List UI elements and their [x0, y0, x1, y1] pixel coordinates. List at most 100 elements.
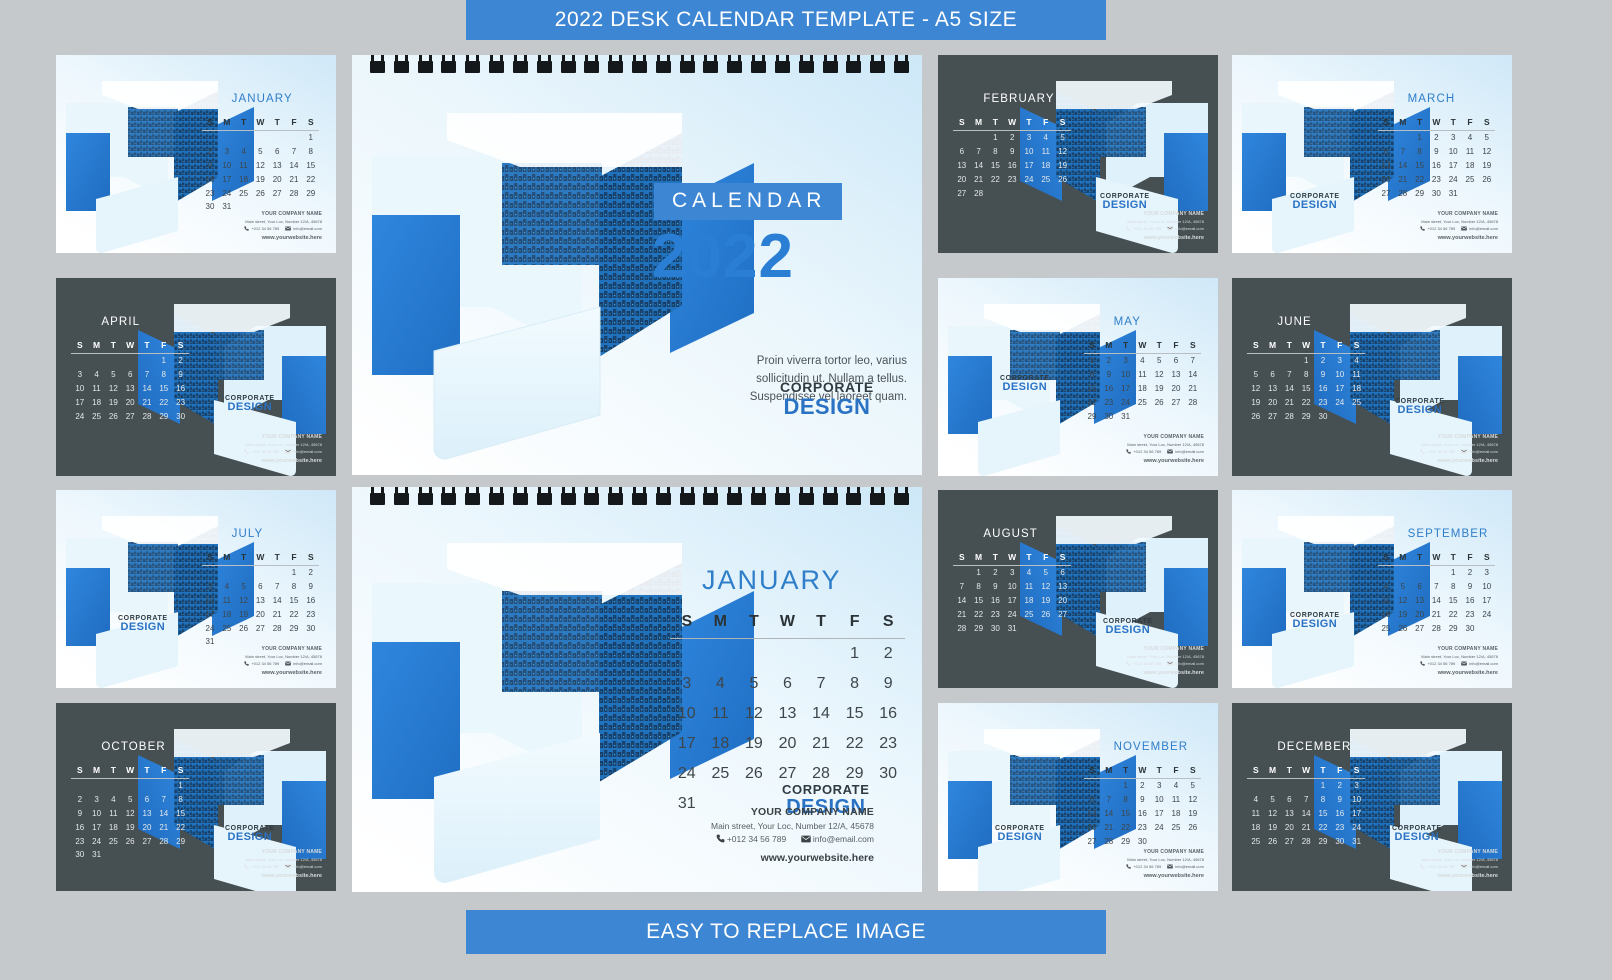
calendar-day-cell[interactable]: 10 — [202, 594, 219, 608]
calendar-day-cell[interactable]: 5 — [1184, 779, 1201, 793]
calendar-day-cell[interactable]: 20 — [1378, 172, 1395, 186]
calendar-day-cell[interactable]: 20 — [1411, 607, 1428, 621]
calendar-day-cell[interactable]: 4 — [1134, 354, 1151, 368]
calendar-day-cell[interactable]: 7 — [155, 793, 172, 807]
calendar-day-cell[interactable]: 26 — [737, 759, 771, 789]
calendar-day-cell[interactable]: 17 — [1021, 159, 1038, 173]
calendar-day-cell[interactable]: 7 — [1184, 354, 1201, 368]
calendar-day-cell[interactable]: 26 — [252, 186, 269, 200]
calendar-day-cell[interactable]: 4 — [1462, 131, 1479, 145]
calendar-day-cell[interactable]: 1 — [838, 639, 872, 670]
calendar-day-cell[interactable]: 28 — [970, 186, 987, 200]
calendar-day-cell[interactable]: 16 — [172, 382, 189, 396]
month-page-october[interactable]: OCTOBER S M T W T F S 1 2 3 4 5 6 7 8 9 10 11 12 13 14 15 16 17 1… — [56, 703, 336, 891]
calendar-day-cell[interactable]: 22 — [1084, 395, 1101, 409]
calendar-day-cell[interactable]: 27 — [252, 621, 269, 635]
calendar-day-cell[interactable]: 23 — [871, 729, 905, 759]
calendar-day-cell[interactable]: 15 — [1411, 159, 1428, 173]
calendar-day-cell[interactable]: 12 — [252, 159, 269, 173]
calendar-day-cell[interactable]: 28 — [953, 621, 970, 635]
calendar-day-cell[interactable]: 17 — [1117, 382, 1134, 396]
calendar-day-cell[interactable]: 4 — [1348, 354, 1365, 368]
calendar-day-cell[interactable]: 17 — [1478, 594, 1495, 608]
calendar-day-cell[interactable]: 24 — [1117, 395, 1134, 409]
calendar-day-cell[interactable]: 19 — [235, 607, 252, 621]
month-page-november[interactable]: NOVEMBER S M T W T F S 1 2 3 4 5 6 7 8 9 10 11 12 13 14 15 16 17… — [938, 703, 1218, 891]
calendar-day-cell[interactable]: 4 — [1168, 779, 1185, 793]
calendar-day-cell[interactable]: 31 — [1348, 834, 1365, 848]
calendar-day-cell[interactable]: 15 — [286, 594, 303, 608]
calendar-day-cell[interactable]: 9 — [71, 807, 88, 821]
calendar-day-cell[interactable]: 28 — [269, 621, 286, 635]
calendar-day-cell[interactable]: 5 — [1478, 131, 1495, 145]
calendar-day-cell[interactable]: 27 — [1411, 621, 1428, 635]
calendar-day-cell[interactable]: 13 — [771, 699, 805, 729]
calendar-day-cell[interactable]: 20 — [252, 607, 269, 621]
calendar-day-cell[interactable]: 24 — [202, 621, 219, 635]
calendar-day-cell[interactable]: 17 — [1348, 807, 1365, 821]
calendar-day-cell[interactable]: 18 — [1247, 820, 1264, 834]
calendar-day-cell[interactable]: 29 — [286, 621, 303, 635]
calendar-day-cell[interactable]: 21 — [1100, 820, 1117, 834]
calendar-day-cell[interactable]: 31 — [218, 200, 235, 214]
calendar-day-cell[interactable]: 22 — [1117, 820, 1134, 834]
calendar-day-cell[interactable]: 22 — [155, 395, 172, 409]
calendar-day-cell[interactable]: 16 — [987, 594, 1004, 608]
calendar-day-cell[interactable]: 24 — [1478, 607, 1495, 621]
calendar-day-cell[interactable]: 23 — [71, 834, 88, 848]
calendar-day-cell[interactable]: 28 — [155, 834, 172, 848]
calendar-day-cell[interactable]: 19 — [1151, 382, 1168, 396]
calendar-day-cell[interactable]: 10 — [670, 699, 704, 729]
calendar-day-cell[interactable]: 6 — [139, 793, 156, 807]
calendar-day-cell[interactable]: 12 — [235, 594, 252, 608]
calendar-day-cell[interactable]: 3 — [1004, 566, 1021, 580]
calendar-day-cell[interactable]: 18 — [1462, 159, 1479, 173]
calendar-day-cell[interactable]: 16 — [1462, 594, 1479, 608]
calendar-day-cell[interactable]: 11 — [1168, 793, 1185, 807]
calendar-day-cell[interactable]: 4 — [1021, 566, 1038, 580]
calendar-day-cell[interactable]: 6 — [1281, 793, 1298, 807]
calendar-day-cell[interactable]: 9 — [1462, 580, 1479, 594]
calendar-day-cell[interactable]: 27 — [953, 186, 970, 200]
month-page-july[interactable]: JULY S M T W T F S 1 2 3 4 5 6 7 8 9 10 11 12 13 14 15 16 17 18 19… — [56, 490, 336, 688]
calendar-day-cell[interactable]: 6 — [1168, 354, 1185, 368]
calendar-day-cell[interactable]: 25 — [105, 834, 122, 848]
month-page-december[interactable]: DECEMBER S M T W T F S 1 2 3 4 5 6 7 8 9 10 11 12 13 14 15 16 17… — [1232, 703, 1512, 891]
calendar-day-cell[interactable]: 15 — [987, 159, 1004, 173]
calendar-day-cell[interactable]: 10 — [1331, 368, 1348, 382]
calendar-day-cell[interactable]: 28 — [1281, 409, 1298, 423]
calendar-day-cell[interactable]: 28 — [1184, 395, 1201, 409]
calendar-day-cell[interactable]: 2 — [1462, 566, 1479, 580]
calendar-day-cell[interactable]: 18 — [1037, 159, 1054, 173]
calendar-day-cell[interactable]: 10 — [1348, 793, 1365, 807]
calendar-day-cell[interactable]: 18 — [1134, 382, 1151, 396]
calendar-day-cell[interactable]: 10 — [88, 807, 105, 821]
calendar-day-cell[interactable]: 14 — [139, 382, 156, 396]
calendar-day-cell[interactable]: 22 — [1298, 395, 1315, 409]
calendar-day-cell[interactable]: 3 — [1151, 779, 1168, 793]
calendar-day-cell[interactable]: 24 — [1348, 820, 1365, 834]
calendar-day-cell[interactable]: 22 — [1315, 820, 1332, 834]
calendar-day-cell[interactable]: 18 — [218, 607, 235, 621]
calendar-day-cell[interactable]: 22 — [172, 820, 189, 834]
calendar-day-cell[interactable]: 24 — [670, 759, 704, 789]
calendar-day-cell[interactable]: 16 — [1004, 159, 1021, 173]
calendar-day-cell[interactable]: 16 — [1331, 807, 1348, 821]
calendar-day-cell[interactable]: 21 — [286, 172, 303, 186]
calendar-day-cell[interactable]: 19 — [1184, 807, 1201, 821]
calendar-day-cell[interactable]: 31 — [1004, 621, 1021, 635]
calendar-day-cell[interactable]: 22 — [1445, 607, 1462, 621]
calendar-day-cell[interactable]: 8 — [1298, 368, 1315, 382]
calendar-day-cell[interactable]: 26 — [105, 409, 122, 423]
calendar-day-cell[interactable]: 4 — [1247, 793, 1264, 807]
calendar-day-cell[interactable]: 16 — [1428, 159, 1445, 173]
calendar-day-cell[interactable]: 1 — [1084, 354, 1101, 368]
calendar-day-cell[interactable]: 20 — [122, 395, 139, 409]
calendar-day-cell[interactable]: 18 — [88, 395, 105, 409]
calendar-day-cell[interactable]: 15 — [1315, 807, 1332, 821]
calendar-day-cell[interactable]: 2 — [871, 639, 905, 670]
calendar-day-cell[interactable]: 23 — [1462, 607, 1479, 621]
calendar-day-cell[interactable]: 30 — [202, 200, 219, 214]
calendar-day-cell[interactable]: 4 — [1378, 580, 1395, 594]
calendar-day-cell[interactable]: 30 — [302, 621, 319, 635]
